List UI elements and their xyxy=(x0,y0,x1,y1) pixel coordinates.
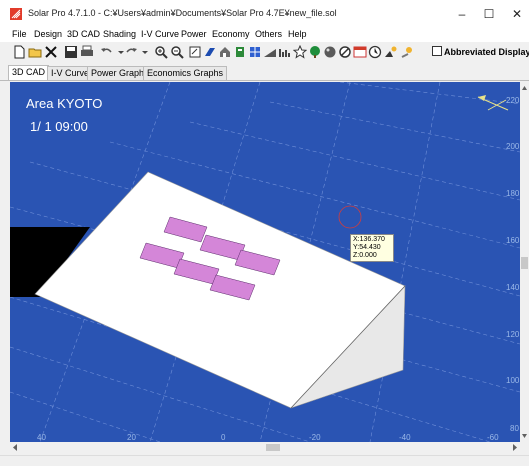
tick-label: 40 xyxy=(37,433,46,442)
tick-label: 220 xyxy=(506,96,520,105)
vertical-scroll-thumb[interactable] xyxy=(521,257,528,269)
scroll-down-arrow-icon[interactable] xyxy=(522,434,527,438)
delete-icon[interactable] xyxy=(44,45,58,59)
zoom-out-icon[interactable] xyxy=(170,45,184,59)
app-logo-icon xyxy=(10,8,22,20)
minimize-button[interactable]: – xyxy=(447,6,477,22)
vertical-scrollbar-graphic xyxy=(521,86,528,438)
3d-cad-viewport[interactable]: Area KYOTO 1/ 1 09:00 220 200 180 160 14… xyxy=(10,82,520,442)
building-icon[interactable] xyxy=(233,45,247,59)
tick-label: -20 xyxy=(309,433,321,442)
slope-icon[interactable] xyxy=(263,45,277,59)
menu-others[interactable]: Others xyxy=(255,29,282,39)
maximize-button[interactable]: ☐ xyxy=(474,6,504,22)
abbreviated-display-label: Abbreviated Display xyxy=(444,47,529,57)
tick-label: 200 xyxy=(506,142,520,151)
view-frame-icon[interactable] xyxy=(188,45,202,59)
scroll-left-arrow-icon[interactable] xyxy=(13,444,17,451)
star-icon[interactable] xyxy=(293,45,307,59)
coordinate-y: Y:54.430 xyxy=(353,244,381,251)
horizontal-scrollbar-graphic xyxy=(13,444,517,451)
save-icon[interactable] xyxy=(64,45,78,59)
horizontal-scrollbar[interactable] xyxy=(10,442,520,453)
status-bar xyxy=(0,455,529,466)
menu-economy[interactable]: Economy xyxy=(212,29,250,39)
tab-bar: 3D CAD I-V Curve Power Graph Economics G… xyxy=(0,64,529,81)
menu-help[interactable]: Help xyxy=(288,29,307,39)
tick-label: 160 xyxy=(506,236,520,245)
vertical-scrollbar[interactable] xyxy=(520,82,529,442)
menu-bar: File Design 3D CAD Shading I-V Curve Pow… xyxy=(0,28,529,42)
new-file-icon[interactable] xyxy=(12,45,26,59)
menu-shading[interactable]: Shading xyxy=(103,29,136,39)
tick-label: -40 xyxy=(399,433,411,442)
scroll-right-arrow-icon[interactable] xyxy=(513,444,517,451)
3d-scene[interactable]: Area KYOTO 1/ 1 09:00 220 200 180 160 14… xyxy=(10,82,520,442)
title-bar: Solar Pro 4.7.1.0 - C:¥Users¥admin¥Docum… xyxy=(0,0,529,28)
tick-label: -60 xyxy=(487,433,499,442)
tick-label: 0 xyxy=(221,433,226,442)
open-folder-icon[interactable] xyxy=(28,45,42,59)
calendar-icon[interactable] xyxy=(353,45,367,59)
menu-3d-cad[interactable]: 3D CAD xyxy=(67,29,100,39)
sun-shadow-icon[interactable] xyxy=(400,45,414,59)
print-icon[interactable] xyxy=(80,45,94,59)
sun-panel-icon[interactable] xyxy=(384,45,398,59)
checkbox-box[interactable] xyxy=(432,46,442,56)
zoom-in-icon[interactable] xyxy=(154,45,168,59)
tab-3d-cad[interactable]: 3D CAD xyxy=(8,65,50,80)
chart-tool-icon[interactable] xyxy=(278,45,292,59)
window-title: Solar Pro 4.7.1.0 - C:¥Users¥admin¥Docum… xyxy=(28,8,337,18)
coordinate-x: X:136.370 xyxy=(353,236,385,243)
tick-label: 20 xyxy=(127,433,136,442)
horizontal-scroll-thumb[interactable] xyxy=(266,444,280,451)
scroll-up-arrow-icon[interactable] xyxy=(522,86,527,90)
datetime-label: 1/ 1 09:00 xyxy=(30,119,88,134)
area-label: Area KYOTO xyxy=(26,96,102,111)
grid-panel-icon[interactable] xyxy=(248,45,262,59)
undo-icon[interactable] xyxy=(100,45,114,59)
menu-file[interactable]: File xyxy=(12,29,27,39)
clock-icon[interactable] xyxy=(368,45,382,59)
panel-tool-icon[interactable] xyxy=(203,45,217,59)
coordinate-z: Z:0.000 xyxy=(353,252,377,259)
no-shade-icon[interactable] xyxy=(338,45,352,59)
menu-iv-curve[interactable]: I-V Curve xyxy=(141,29,179,39)
tick-label: 140 xyxy=(506,283,520,292)
tick-label: 100 xyxy=(506,376,520,385)
sphere-icon[interactable] xyxy=(323,45,337,59)
house-icon[interactable] xyxy=(218,45,232,59)
tab-economics-graphs[interactable]: Economics Graphs xyxy=(143,66,228,80)
close-button[interactable]: ✕ xyxy=(502,6,529,22)
menu-design[interactable]: Design xyxy=(34,29,62,39)
menu-power[interactable]: Power xyxy=(181,29,207,39)
abbreviated-display-checkbox[interactable]: Abbreviated Display xyxy=(432,46,529,57)
tree-icon[interactable] xyxy=(308,45,322,59)
redo-dropdown-icon[interactable] xyxy=(138,45,152,59)
coordinate-tooltip: X:136.370 Y:54.430 Z:0.000 xyxy=(350,234,394,262)
redo-icon[interactable] xyxy=(124,45,138,59)
tab-power-graph[interactable]: Power Graph xyxy=(87,66,149,80)
tick-label: 120 xyxy=(506,330,520,339)
tick-label: 80 xyxy=(510,424,519,433)
tick-label: 180 xyxy=(506,189,520,198)
